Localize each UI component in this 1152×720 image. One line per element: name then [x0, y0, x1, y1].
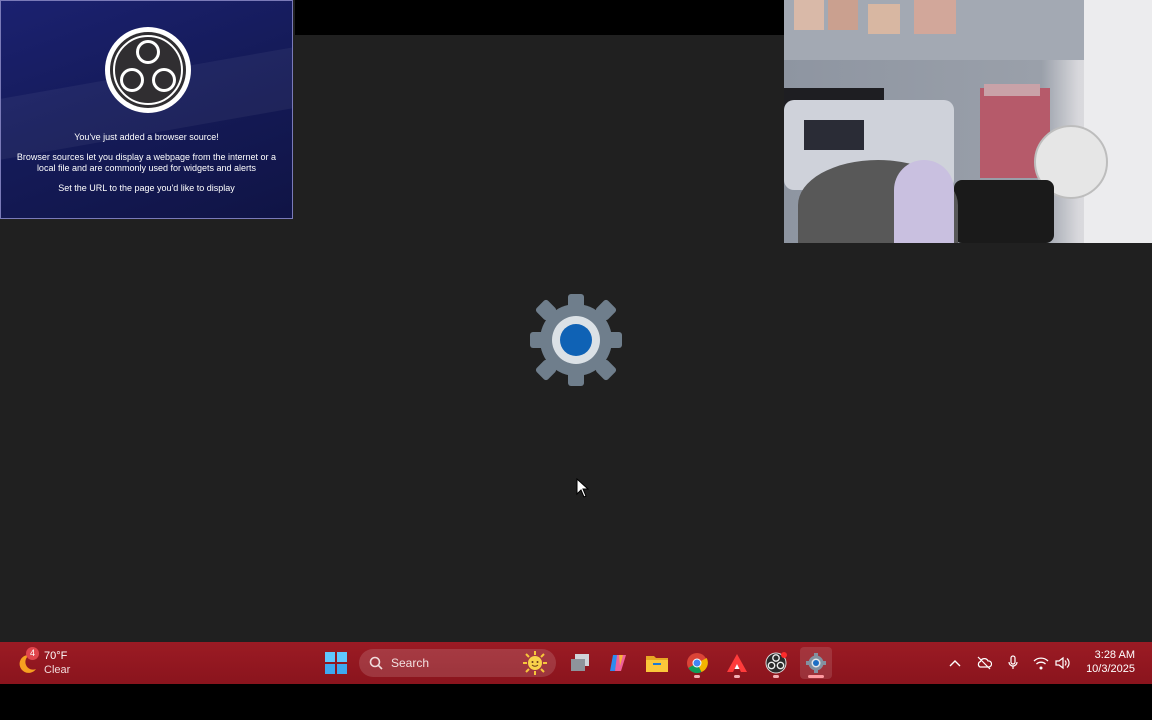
search-label: Search: [391, 656, 430, 670]
network-tray-button[interactable]: [1031, 642, 1051, 684]
settings-gear-icon: [528, 292, 624, 388]
onedrive-tray-button[interactable]: [974, 642, 994, 684]
a-logo-icon: [727, 654, 747, 672]
folder-icon: [646, 656, 668, 672]
cloud-off-icon: [977, 656, 992, 670]
windows-logo-icon: [325, 652, 347, 674]
task-view-icon: [571, 654, 589, 671]
obs-description: Browser sources let you display a webpag…: [16, 152, 277, 173]
chrome-button[interactable]: [681, 647, 713, 679]
microphone-tray-button[interactable]: [1003, 642, 1023, 684]
obs-browser-source-panel: You've just added a browser source! Brow…: [0, 0, 293, 219]
chevron-up-icon: [949, 660, 961, 667]
wifi-icon: [1033, 657, 1049, 670]
obs-instruction: Set the URL to the page you'd like to di…: [58, 183, 235, 193]
copilot-icon: [610, 655, 626, 671]
obs-logo-icon: [105, 27, 191, 113]
obs-icon: [765, 652, 787, 674]
clock-date: 10/3/2025: [1086, 663, 1135, 675]
settings-button[interactable]: [800, 647, 832, 679]
obs-heading: You've just added a browser source!: [74, 132, 219, 142]
microphone-icon: [1008, 655, 1018, 669]
weather-widget[interactable]: 4 70°F Clear: [16, 647, 96, 679]
gear-icon: [806, 653, 826, 673]
taskbar: 4 70°F Clear Search 3:28 AM 10/3/2025: [0, 642, 1152, 684]
search-icon: [369, 656, 383, 670]
task-view-button[interactable]: [564, 647, 596, 679]
start-button[interactable]: [320, 647, 352, 679]
weather-temperature: 70°F: [44, 650, 68, 662]
top-black-bar: [295, 0, 784, 35]
chrome-icon: [687, 653, 708, 674]
webcam-feed: [784, 0, 1152, 243]
show-hidden-icons-button[interactable]: [945, 642, 965, 684]
sun-emoji-icon: [523, 651, 547, 675]
volume-tray-button[interactable]: [1053, 642, 1073, 684]
app-a-button[interactable]: [721, 647, 753, 679]
system-clock[interactable]: 3:28 AM 10/3/2025: [1086, 648, 1135, 676]
speaker-icon: [1055, 656, 1070, 670]
clock-time: 3:28 AM: [1094, 649, 1135, 661]
bottom-black-bar: [0, 684, 1152, 720]
taskbar-search[interactable]: Search: [359, 649, 556, 677]
obs-button[interactable]: [760, 647, 792, 679]
copilot-button[interactable]: [602, 647, 634, 679]
mouse-pointer-icon: [576, 477, 590, 503]
weather-badge: 4: [26, 647, 39, 660]
file-explorer-button[interactable]: [641, 647, 673, 679]
weather-condition: Clear: [44, 664, 71, 676]
